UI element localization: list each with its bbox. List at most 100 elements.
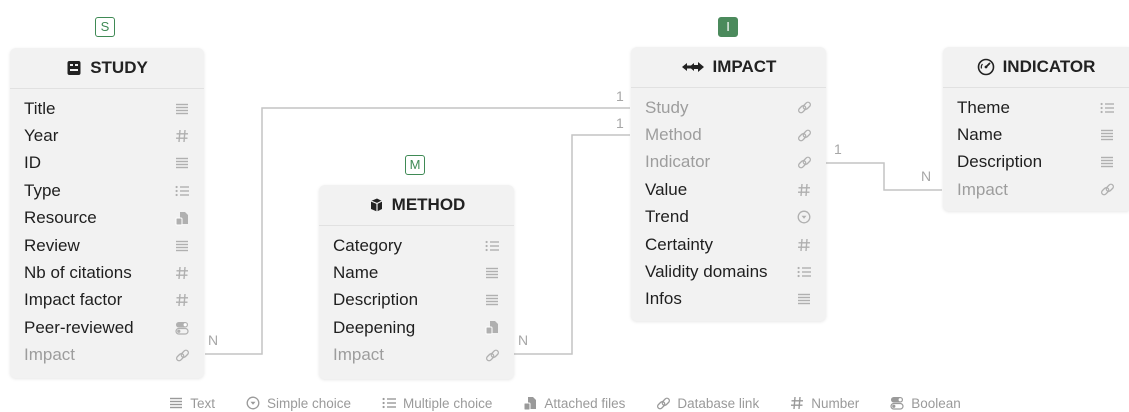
impact-table-title: IMPACT xyxy=(712,57,777,76)
study-field-name: Nb of citations xyxy=(24,263,132,283)
impact-table-header: IMPACT xyxy=(631,47,826,88)
legend-simple-choice: Simple choice xyxy=(245,394,351,412)
indicator-field-row[interactable]: Description xyxy=(943,149,1129,176)
database-link-icon xyxy=(1099,182,1115,198)
legend-attached-files-label: Attached files xyxy=(544,395,626,411)
impact-field-row[interactable]: Method xyxy=(631,121,826,148)
number-icon xyxy=(796,237,812,253)
impact-field-row[interactable]: Validity domains xyxy=(631,258,826,285)
study-field-name: Impact factor xyxy=(24,290,123,310)
impact-field-row[interactable]: Infos xyxy=(631,286,826,313)
impact-field-name: Value xyxy=(645,179,688,199)
indicator-fields: Theme Name Description Impact xyxy=(943,88,1129,204)
study-field-row[interactable]: Impact xyxy=(10,342,204,369)
method-field-row[interactable]: Name xyxy=(319,259,514,286)
impact-field-row[interactable]: Value xyxy=(631,176,826,203)
number-icon xyxy=(174,128,190,144)
study-field-name: Resource xyxy=(24,208,97,228)
study-fields: Title Year ID Type Resource Review Nb of citat… xyxy=(10,89,204,369)
study-field-row[interactable]: Review xyxy=(10,232,204,259)
study-impact-cardinality-n: N xyxy=(208,332,219,348)
method-impact-line xyxy=(514,134,630,355)
number-icon xyxy=(174,265,190,281)
study-field-row[interactable]: Year xyxy=(10,122,204,149)
database-link-icon xyxy=(796,154,812,170)
simple-choice-icon xyxy=(796,209,812,225)
text-icon xyxy=(174,101,190,117)
impact-field-name: Indicator xyxy=(645,152,711,172)
study-field-row[interactable]: Resource xyxy=(10,205,204,232)
attached-files-icon xyxy=(484,320,500,336)
method-field-row[interactable]: Description xyxy=(319,287,514,314)
text-icon xyxy=(1099,127,1115,143)
text-icon xyxy=(1099,154,1115,170)
method-badge: M xyxy=(405,155,425,175)
impact-field-row[interactable]: Study xyxy=(631,94,826,121)
impact-field-name: Certainty xyxy=(645,234,714,254)
study-field-name: Year xyxy=(24,126,59,146)
text-icon xyxy=(168,395,184,411)
method-table-header: METHOD xyxy=(319,185,514,226)
legend-number: Number xyxy=(789,394,859,412)
multiple-choice-icon xyxy=(484,238,500,254)
legend-attached-files: Attached files xyxy=(522,394,625,412)
method-field-row[interactable]: Impact xyxy=(319,342,514,369)
method-field-name: Deepening xyxy=(333,317,416,337)
study-field-row[interactable]: Type xyxy=(10,177,204,204)
impact-field-row[interactable]: Trend xyxy=(631,204,826,231)
impact-table[interactable]: IMPACT Study Method Indicator Value Trend Cer… xyxy=(631,47,826,321)
method-table[interactable]: METHOD Category Name Description Deepening I… xyxy=(319,185,514,379)
study-field-name: ID xyxy=(24,153,41,173)
text-icon xyxy=(174,155,190,171)
study-field-name: Review xyxy=(24,235,80,255)
impact-badge: I xyxy=(718,17,738,37)
impact-indicator-cardinality-1: 1 xyxy=(834,141,842,157)
attached-files-icon xyxy=(522,395,538,411)
legend-simple-choice-label: Simple choice xyxy=(267,395,352,411)
document-icon xyxy=(67,61,81,75)
number-icon xyxy=(789,395,805,411)
impact-field-row[interactable]: Indicator xyxy=(631,149,826,176)
multiple-choice-icon xyxy=(796,264,812,280)
number-icon xyxy=(174,292,190,308)
method-table-title: METHOD xyxy=(391,195,466,214)
gauge-icon xyxy=(977,58,994,76)
study-field-row[interactable]: ID xyxy=(10,150,204,177)
simple-choice-icon xyxy=(245,395,261,411)
text-icon xyxy=(484,292,500,308)
impact-fields: Study Method Indicator Value Trend Certainty V… xyxy=(631,88,826,313)
impact-field-name: Trend xyxy=(645,207,689,227)
impact-field-row[interactable]: Certainty xyxy=(631,231,826,258)
text-icon xyxy=(796,291,812,307)
study-field-row[interactable]: Title xyxy=(10,95,204,122)
database-link-icon xyxy=(174,347,190,363)
indicator-field-row[interactable]: Impact xyxy=(943,176,1129,203)
impact-indicator-cardinality-n: N xyxy=(921,168,932,184)
method-impact-cardinality-n: N xyxy=(518,332,529,348)
database-link-icon xyxy=(796,127,812,143)
study-field-name: Type xyxy=(24,180,61,200)
multiple-choice-icon xyxy=(174,183,190,199)
method-field-row[interactable]: Deepening xyxy=(319,314,514,341)
indicator-field-name: Theme xyxy=(957,97,1010,117)
boolean-icon xyxy=(174,320,190,336)
legend-boolean: Boolean xyxy=(889,394,961,412)
indicator-field-row[interactable]: Theme xyxy=(943,94,1129,121)
indicator-field-row[interactable]: Name xyxy=(943,121,1129,148)
study-table[interactable]: STUDY Title Year ID Type Resource Review Nb of… xyxy=(10,48,204,378)
indicator-table-title: INDICATOR xyxy=(1002,57,1096,76)
study-field-name: Peer-reviewed xyxy=(24,317,134,337)
text-icon xyxy=(174,238,190,254)
database-link-icon xyxy=(655,395,671,411)
indicator-table[interactable]: INDICATOR Theme Name Description Impact xyxy=(943,47,1129,211)
study-impact-cardinality-1: 1 xyxy=(616,88,624,104)
method-field-name: Description xyxy=(333,290,419,310)
study-field-row[interactable]: Impact factor xyxy=(10,287,204,314)
method-field-row[interactable]: Category xyxy=(319,232,514,259)
study-field-row[interactable]: Peer-reviewed xyxy=(10,314,204,341)
legend-database-link-label: Database link xyxy=(677,395,760,411)
database-link-icon xyxy=(796,100,812,116)
study-field-row[interactable]: Nb of citations xyxy=(10,259,204,286)
indicator-field-name: Description xyxy=(957,152,1043,172)
method-impact-cardinality-1: 1 xyxy=(616,115,624,131)
